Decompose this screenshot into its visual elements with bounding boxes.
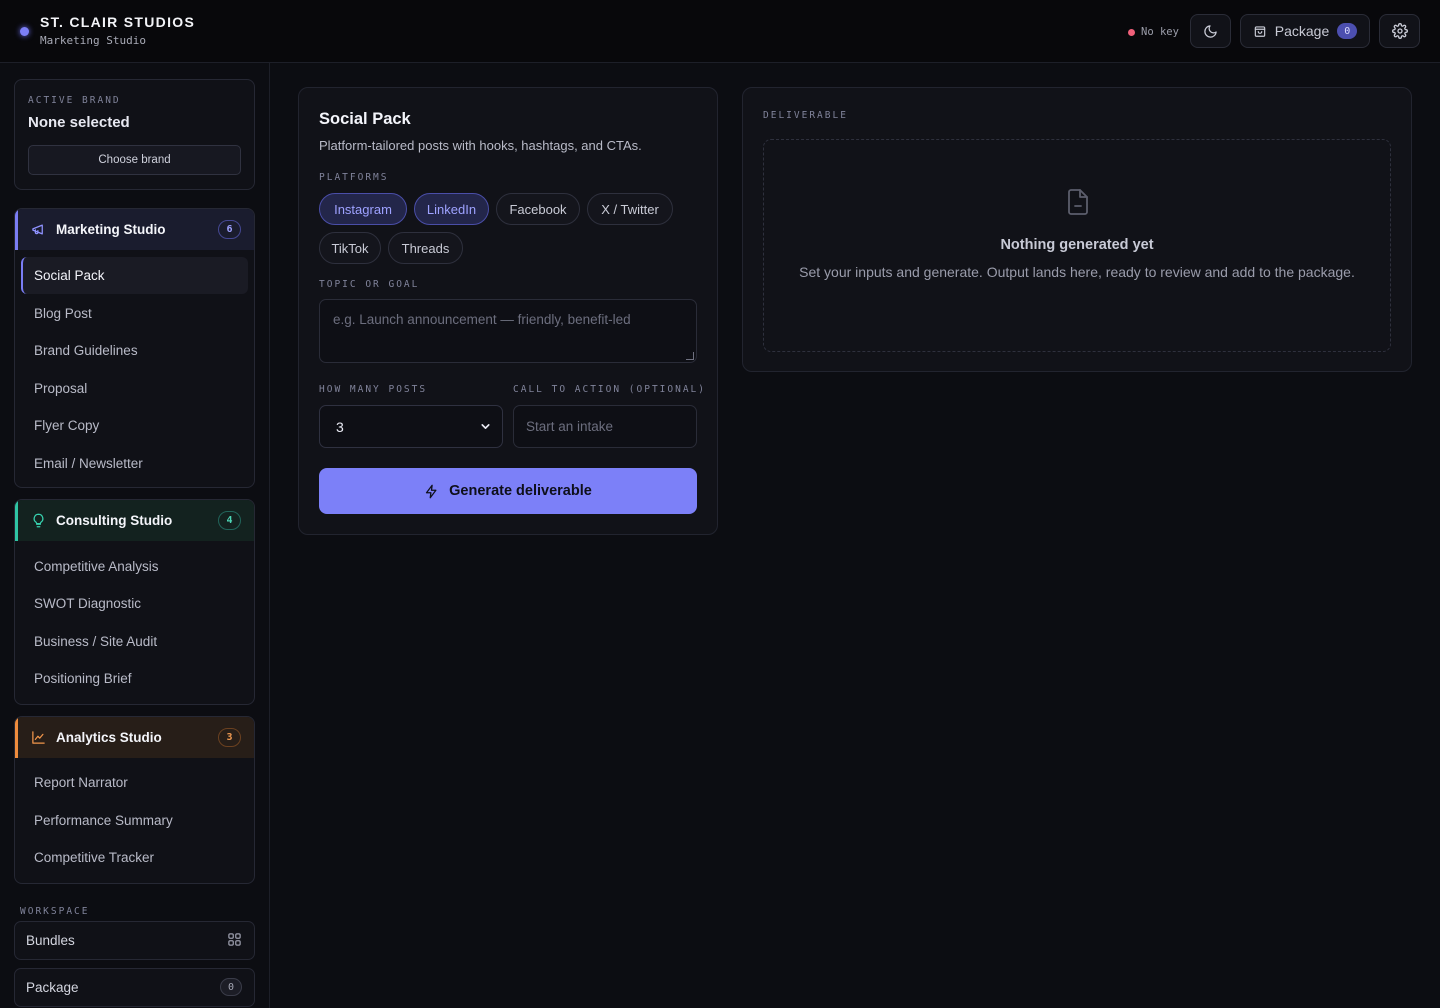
studio-name: Analytics Studio: [56, 730, 162, 745]
studio-header-consulting[interactable]: Consulting Studio 4: [15, 500, 254, 541]
platform-chip-x-twitter[interactable]: X / Twitter: [587, 193, 673, 225]
nav-item-swot-diagnostic[interactable]: SWOT Diagnostic: [21, 585, 248, 622]
studio-count-badge: 6: [218, 220, 241, 239]
platform-chip-linkedin[interactable]: LinkedIn: [414, 193, 489, 225]
studio-header-analytics[interactable]: Analytics Studio 3: [15, 717, 254, 758]
package-count-badge: 0: [1337, 23, 1358, 39]
generate-button-label: Generate deliverable: [449, 483, 592, 499]
empty-state-title: Nothing generated yet: [1000, 237, 1154, 253]
platform-chip-instagram[interactable]: Instagram: [319, 193, 407, 225]
document-icon: [1068, 189, 1088, 215]
brand-name: ST. CLAIR STUDIOS: [40, 14, 196, 30]
sidebar: ACTIVE BRAND None selected Choose brand …: [0, 63, 270, 1008]
lightbulb-icon: [33, 513, 44, 528]
lightning-icon: [426, 484, 437, 498]
social-pack-form: Social Pack Platform-tailored posts with…: [298, 87, 718, 535]
studio-accent-bar: [15, 717, 18, 758]
workspace-bundles-button[interactable]: Bundles: [14, 921, 255, 960]
nav-item-competitive-analysis[interactable]: Competitive Analysis: [21, 548, 248, 585]
brand-dot-icon: [20, 27, 29, 36]
posts-count-value: 3: [336, 418, 344, 435]
api-key-status: No key: [1128, 24, 1179, 40]
posts-count-caption: HOW MANY POSTS: [319, 384, 428, 395]
grid-icon: [228, 933, 241, 946]
consulting-studio-section: Consulting Studio 4 Competitive Analysis…: [14, 499, 255, 705]
active-brand-caption: ACTIVE BRAND: [28, 95, 121, 106]
bag-icon: [1254, 26, 1265, 37]
studio-count-badge: 4: [218, 511, 241, 530]
nav-item-business-site-audit[interactable]: Business / Site Audit: [21, 623, 248, 660]
platform-chip-tiktok[interactable]: TikTok: [319, 232, 381, 264]
nav-item-report-narrator[interactable]: Report Narrator: [21, 764, 248, 801]
active-brand-panel: ACTIVE BRAND None selected Choose brand: [14, 79, 255, 190]
marketing-studio-section: Marketing Studio 6 Social Pack Blog Post…: [14, 208, 255, 488]
nav-item-blog-post[interactable]: Blog Post: [21, 295, 248, 332]
nav-item-performance-summary[interactable]: Performance Summary: [21, 802, 248, 839]
empty-state: Nothing generated yet Set your inputs an…: [763, 139, 1391, 352]
theme-toggle-button[interactable]: [1190, 14, 1231, 48]
studio-accent-bar: [15, 500, 18, 541]
studio-count-badge: 3: [218, 728, 241, 747]
nav-item-email-newsletter[interactable]: Email / Newsletter: [21, 445, 248, 482]
cta-placeholder: Start an intake: [526, 419, 614, 434]
platforms-caption: PLATFORMS: [319, 172, 389, 183]
nav-item-positioning-brief[interactable]: Positioning Brief: [21, 660, 248, 697]
nav-item-proposal[interactable]: Proposal: [21, 370, 248, 407]
active-brand-value: None selected: [28, 114, 130, 131]
nav-item-brand-guidelines[interactable]: Brand Guidelines: [21, 332, 248, 369]
form-description: Platform-tailored posts with hooks, hash…: [319, 138, 642, 153]
package-count-badge: 0: [220, 978, 242, 996]
topic-caption: TOPIC OR GOAL: [319, 279, 420, 290]
topic-textarea[interactable]: e.g. Launch announcement — friendly, ben…: [319, 299, 697, 363]
status-dot-icon: [1128, 28, 1135, 36]
workspace-item-label: Bundles: [26, 933, 75, 948]
chart-line-icon: [32, 731, 45, 744]
megaphone-icon: [32, 224, 43, 235]
form-title: Social Pack: [319, 110, 411, 128]
deliverable-panel: DELIVERABLE Nothing generated yet Set yo…: [742, 87, 1412, 372]
brand-subtitle: Marketing Studio: [40, 34, 146, 47]
topic-placeholder: e.g. Launch announcement — friendly, ben…: [333, 312, 631, 327]
platform-chip-threads[interactable]: Threads: [388, 232, 463, 264]
deliverable-caption: DELIVERABLE: [763, 110, 848, 121]
platform-chip-facebook[interactable]: Facebook: [496, 193, 580, 225]
studio-accent-bar: [15, 209, 18, 250]
cta-caption: CALL TO ACTION (OPTIONAL): [513, 384, 706, 395]
gear-icon: [1391, 23, 1408, 39]
choose-brand-button[interactable]: Choose brand: [28, 145, 241, 175]
moon-icon: [1204, 24, 1217, 38]
empty-state-text: Set your inputs and generate. Output lan…: [799, 264, 1355, 280]
settings-button[interactable]: [1379, 14, 1420, 48]
resize-handle-icon[interactable]: [686, 352, 694, 360]
api-key-status-text: No key: [1141, 26, 1179, 38]
workspace-item-label: Package: [26, 980, 79, 995]
package-button[interactable]: Package 0: [1240, 14, 1370, 48]
nav-item-competitive-tracker[interactable]: Competitive Tracker: [21, 839, 248, 876]
generate-button[interactable]: Generate deliverable: [319, 468, 697, 514]
posts-count-select[interactable]: 3: [319, 405, 503, 448]
analytics-studio-section: Analytics Studio 3 Report Narrator Perfo…: [14, 716, 255, 884]
studio-header-marketing[interactable]: Marketing Studio 6: [15, 209, 254, 250]
cta-input[interactable]: Start an intake: [513, 405, 697, 448]
nav-item-flyer-copy[interactable]: Flyer Copy: [21, 407, 248, 444]
workspace-caption: WORKSPACE: [20, 906, 90, 917]
workspace-package-button[interactable]: Package 0: [14, 968, 255, 1007]
studio-name: Marketing Studio: [56, 222, 166, 237]
chevron-down-icon: [481, 424, 490, 429]
top-bar: ST. CLAIR STUDIOS Marketing Studio No ke…: [0, 0, 1440, 63]
package-button-label: Package: [1274, 23, 1330, 39]
nav-item-social-pack[interactable]: Social Pack: [21, 257, 248, 294]
studio-name: Consulting Studio: [56, 513, 173, 528]
